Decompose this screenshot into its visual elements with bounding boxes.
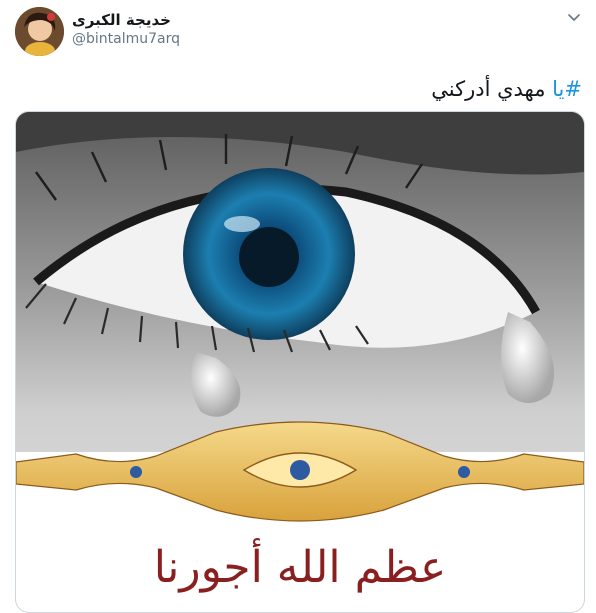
tweet-card: خديجة الكبرى @bintalmu7arq #يا مهدي أدرك… (0, 0, 596, 613)
user-avatar-icon (15, 7, 64, 56)
chevron-down-icon[interactable] (566, 9, 582, 25)
calligraphy-text: عظم الله أجورنا (154, 537, 446, 593)
tweet-text-rest: مهدي أدركني (431, 77, 553, 101)
tweet-text: #يا مهدي أدركني (431, 77, 582, 101)
tweet-media-image[interactable]: عظم الله أجورنا (15, 111, 585, 613)
user-handle[interactable]: @bintalmu7arq (72, 31, 180, 47)
hashtag-link[interactable]: #يا (552, 77, 582, 101)
display-name[interactable]: خديجة الكبرى (72, 11, 171, 29)
user-avatar[interactable] (15, 7, 64, 56)
crying-eye-image: عظم الله أجورنا (16, 112, 584, 612)
